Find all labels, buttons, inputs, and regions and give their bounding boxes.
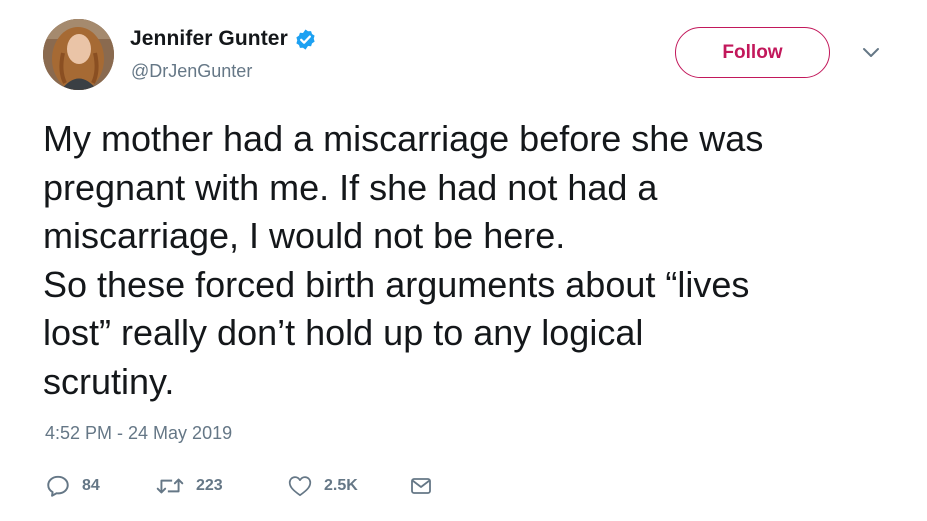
tweet-text: My mother had a miscarriage before she w… [43,118,764,402]
author-display-name[interactable]: Jennifer Gunter [130,27,288,51]
verified-badge-icon [294,28,317,51]
like-count: 2.5K [324,477,358,494]
retweet-button[interactable]: 223 [155,473,287,499]
reply-button[interactable]: 84 [45,473,155,499]
author-handle[interactable]: @DrJenGunter [131,61,252,82]
tweet-timestamp[interactable]: 4:52 PM - 24 May 2019 [45,423,232,444]
profile-photo [43,19,114,90]
retweet-count: 223 [196,477,223,494]
chevron-down-icon[interactable] [861,46,881,60]
author-name-row: Jennifer Gunter [130,24,317,54]
avatar[interactable] [43,19,114,90]
tweet-actions: 84 223 2.5K [45,470,439,502]
heart-icon [287,473,313,499]
envelope-icon [409,474,433,498]
direct-message-button[interactable] [409,474,439,498]
reply-icon [45,473,71,499]
follow-button[interactable]: Follow [675,27,830,78]
retweet-icon [155,473,185,499]
like-button[interactable]: 2.5K [287,473,409,499]
reply-count: 84 [82,477,100,494]
